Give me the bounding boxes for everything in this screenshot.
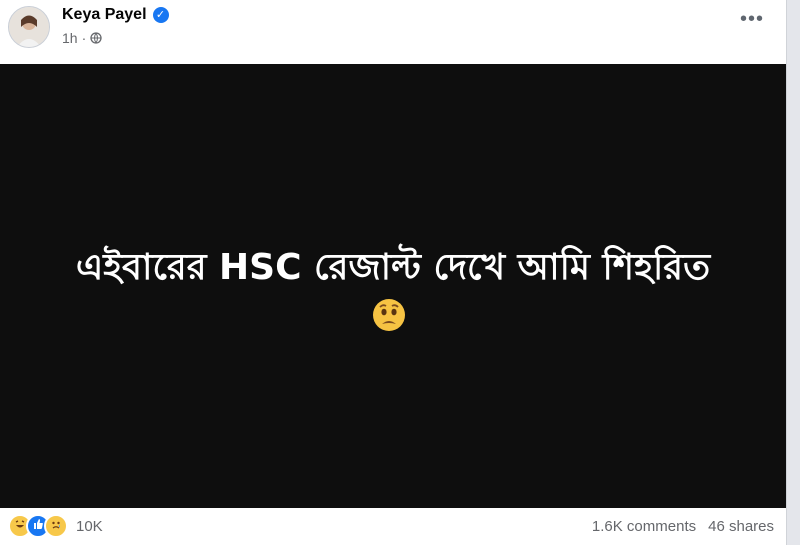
author-name[interactable]: Keya Payel — [62, 6, 147, 24]
post-meta: 1h · — [62, 30, 102, 46]
engagement-stats: 1.6K comments 46 shares — [592, 518, 774, 535]
author-row: Keya Payel ✓ — [62, 6, 169, 24]
verified-badge-icon: ✓ — [152, 7, 169, 23]
worried-face-icon — [373, 299, 405, 331]
post-header: Keya Payel ✓ 1h · ••• — [0, 0, 786, 64]
sad-icon — [44, 514, 68, 538]
meta-separator: · — [81, 30, 87, 46]
media-caption: এইবারের HSC রেজাল্ট দেখে আমি শিহরিত — [75, 247, 711, 288]
post-time[interactable]: 1h — [62, 30, 78, 46]
more-options-button[interactable]: ••• — [736, 9, 768, 34]
reaction-count[interactable]: 10K — [76, 518, 103, 535]
shares-count[interactable]: 46 shares — [708, 518, 774, 535]
globe-icon — [90, 32, 102, 44]
post-footer: 10K 1.6K comments 46 shares — [0, 508, 786, 545]
author-avatar[interactable] — [8, 6, 50, 48]
comments-count[interactable]: 1.6K comments — [592, 518, 696, 535]
facebook-post: Keya Payel ✓ 1h · ••• এইবারের HSC রেজাল্… — [0, 0, 787, 545]
avatar-portrait-icon — [9, 7, 49, 47]
post-media[interactable]: এইবারের HSC রেজাল্ট দেখে আমি শিহরিত — [0, 64, 786, 508]
reaction-summary[interactable]: 10K — [8, 514, 103, 538]
